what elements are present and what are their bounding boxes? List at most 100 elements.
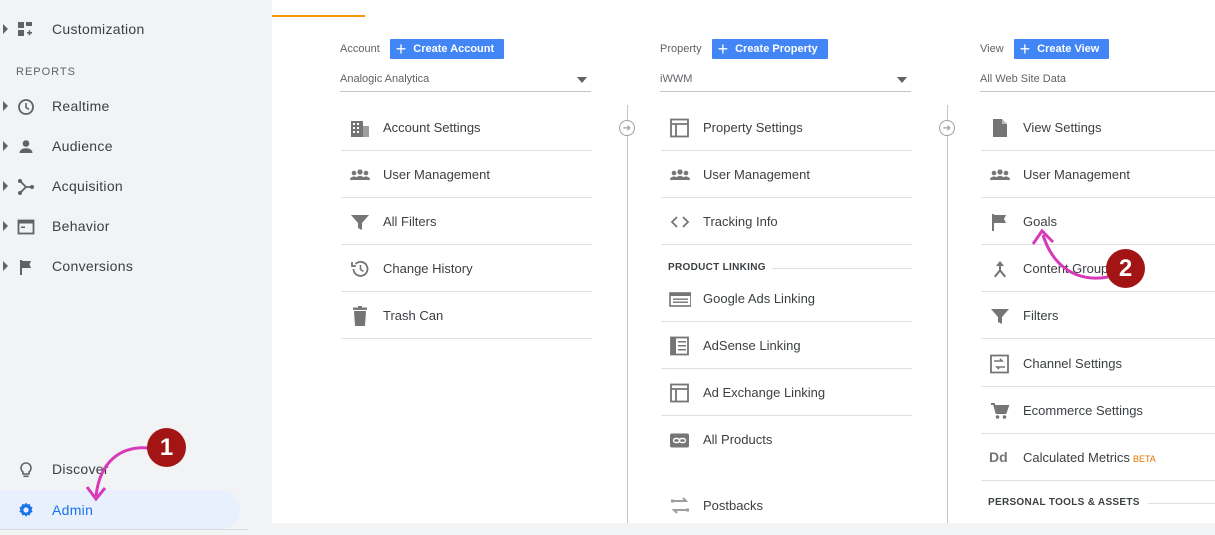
- beta-badge: BETA: [1132, 454, 1156, 464]
- property-tracking-info-row[interactable]: Tracking Info: [661, 199, 912, 245]
- row-label: Ad Exchange Linking: [703, 385, 826, 400]
- plus-icon: +: [1019, 39, 1031, 59]
- all-products-row[interactable]: All Products: [661, 417, 912, 463]
- row-label: Trash Can: [383, 308, 444, 323]
- row-label: Property Settings: [703, 120, 803, 135]
- sidebar-item-realtime[interactable]: Realtime: [0, 92, 250, 122]
- sidebar-item-label: Conversions: [52, 258, 134, 274]
- dropdown-arrow-icon: [897, 77, 907, 83]
- adsense-icon: [669, 336, 691, 356]
- create-account-button[interactable]: + Create Account: [389, 39, 505, 59]
- google-ads-linking-row[interactable]: Google Ads Linking: [661, 276, 912, 322]
- annotation-arrow-2: [1031, 228, 1109, 280]
- account-header: Account + Create Account: [340, 39, 505, 59]
- view-settings-row[interactable]: View Settings: [981, 105, 1215, 151]
- acquisition-icon: [16, 177, 36, 197]
- row-label: Google Ads Linking: [703, 291, 816, 306]
- dashboard-plus-icon: [16, 20, 36, 40]
- account-trash-can-row[interactable]: Trash Can: [341, 293, 592, 339]
- filter-icon: [349, 212, 371, 232]
- product-linking-heading: PRODUCT LINKING: [668, 262, 766, 273]
- account-change-history-row[interactable]: Change History: [341, 246, 592, 292]
- account-all-filters-row[interactable]: All Filters: [341, 199, 592, 245]
- clock-icon: [16, 97, 36, 117]
- account-selected-value: Analogic Analytica: [340, 73, 430, 85]
- column-divider: [627, 105, 628, 523]
- link-icon: [669, 430, 691, 450]
- sidebar-item-acquisition[interactable]: Acquisition: [0, 172, 250, 202]
- ad-exchange-linking-row[interactable]: Ad Exchange Linking: [661, 370, 912, 416]
- view-selected-value: All Web Site Data: [980, 73, 1067, 85]
- content-grouping-icon: [989, 259, 1011, 279]
- row-label: Channel Settings: [1023, 356, 1123, 371]
- ad-exchange-icon: [669, 383, 691, 403]
- account-selector[interactable]: Analogic Analytica: [340, 68, 591, 92]
- calculated-metrics-icon: Dd: [989, 449, 1008, 465]
- sidebar-item-customization[interactable]: Customization: [0, 15, 250, 45]
- property-selected-value: iWWM: [660, 73, 693, 85]
- flag-icon: [989, 212, 1011, 232]
- sidebar-item-label: Behavior: [52, 218, 110, 234]
- channel-settings-icon: [989, 354, 1011, 374]
- filter-icon: [989, 306, 1011, 326]
- arrow-right-circle-icon: ➜: [619, 120, 635, 136]
- account-settings-row[interactable]: Account Settings: [341, 105, 592, 151]
- sidebar-item-label: Realtime: [52, 98, 110, 114]
- dropdown-arrow-icon: [577, 77, 587, 83]
- create-property-button[interactable]: + Create Property: [711, 39, 828, 59]
- postbacks-row[interactable]: Postbacks: [661, 483, 912, 529]
- sidebar-item-audience[interactable]: Audience: [0, 132, 250, 162]
- lightbulb-icon: [16, 460, 36, 480]
- property-user-management-row[interactable]: User Management: [661, 152, 912, 198]
- personal-tools-heading: PERSONAL TOOLS & ASSETS: [988, 497, 1140, 508]
- caret-right-icon: [3, 101, 8, 111]
- row-label: Calculated Metrics BETA: [1023, 450, 1156, 465]
- document-icon: [989, 118, 1011, 138]
- view-user-management-row[interactable]: User Management: [981, 152, 1215, 198]
- channel-settings-row[interactable]: Channel Settings: [981, 341, 1215, 387]
- cart-icon: [989, 401, 1011, 421]
- caret-right-icon: [3, 24, 8, 34]
- column-divider: [947, 105, 948, 523]
- section-divider: [772, 268, 912, 269]
- property-selector[interactable]: iWWM: [660, 68, 911, 92]
- view-selector[interactable]: All Web Site Data: [980, 68, 1215, 92]
- users-icon: [669, 165, 691, 185]
- property-header: Property + Create Property: [660, 39, 828, 59]
- users-icon: [989, 165, 1011, 185]
- row-label: Ecommerce Settings: [1023, 403, 1143, 418]
- person-icon: [16, 137, 36, 157]
- users-icon: [349, 165, 371, 185]
- row-label: All Filters: [383, 214, 437, 229]
- view-filters-row[interactable]: Filters: [981, 293, 1215, 339]
- gear-icon: [16, 500, 36, 520]
- sidebar-item-behavior[interactable]: Behavior: [0, 212, 250, 242]
- annotation-badge-1: 1: [147, 428, 186, 467]
- building-icon: [349, 118, 371, 138]
- code-icon: [669, 212, 691, 232]
- create-account-label: Create Account: [413, 43, 495, 55]
- account-user-management-row[interactable]: User Management: [341, 152, 592, 198]
- property-settings-row[interactable]: Property Settings: [661, 105, 912, 151]
- sidebar-item-label: Customization: [52, 21, 145, 37]
- caret-right-icon: [3, 261, 8, 271]
- arrow-right-circle-icon: ➜: [939, 120, 955, 136]
- behavior-icon: [16, 217, 36, 237]
- account-label: Account: [340, 43, 380, 55]
- row-label: User Management: [1023, 167, 1130, 182]
- trash-icon: [349, 306, 371, 326]
- row-label: User Management: [703, 167, 810, 182]
- annotation-badge-2: 2: [1106, 249, 1145, 288]
- create-view-button[interactable]: + Create View: [1013, 39, 1110, 59]
- calculated-metrics-row[interactable]: Dd Calculated Metrics BETA: [981, 435, 1215, 481]
- flag-icon: [16, 257, 36, 277]
- ecommerce-settings-row[interactable]: Ecommerce Settings: [981, 388, 1215, 434]
- row-label: Change History: [383, 261, 473, 276]
- reports-heading: REPORTS: [16, 66, 76, 78]
- section-divider: [1148, 503, 1215, 504]
- adsense-linking-row[interactable]: AdSense Linking: [661, 323, 912, 369]
- sidebar-item-conversions[interactable]: Conversions: [0, 252, 250, 282]
- row-label: User Management: [383, 167, 490, 182]
- sidebar-item-label: Audience: [52, 138, 113, 154]
- active-tab-indicator: [272, 15, 365, 17]
